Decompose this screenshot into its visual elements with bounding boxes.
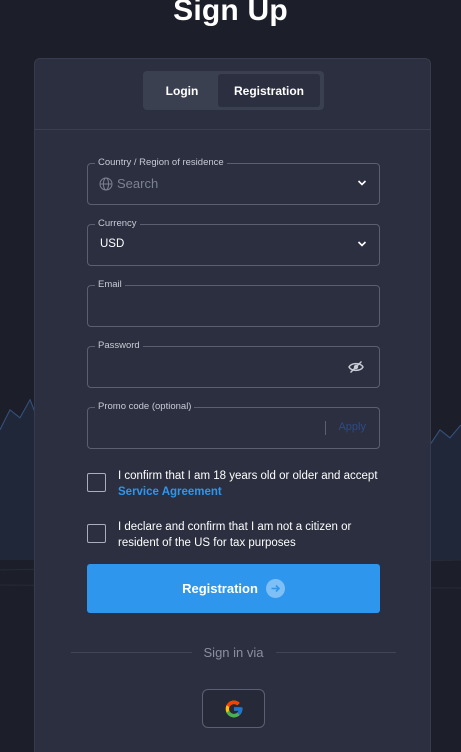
globe-icon: [99, 177, 113, 191]
age-confirm-label: I confirm that I am 18 years old or olde…: [118, 470, 378, 482]
apply-separator: [325, 421, 326, 435]
chevron-down-icon: [357, 241, 367, 247]
sign-in-via-label: Sign in via: [203, 644, 264, 660]
registration-button[interactable]: Registration: [87, 564, 380, 613]
divider-line: [275, 651, 397, 653]
age-confirm-checkbox[interactable]: [87, 473, 106, 492]
password-field[interactable]: Password: [87, 340, 380, 388]
registration-button-label: Registration: [182, 581, 258, 596]
us-tax-confirm-text: I declare and confirm that I am not a ci…: [118, 521, 352, 549]
age-confirm-text: I confirm that I am 18 years old or olde…: [118, 468, 378, 500]
currency-value: USD: [100, 238, 125, 250]
card-divider: [35, 129, 430, 130]
chevron-down-icon: [357, 180, 367, 186]
us-tax-confirm-checkbox[interactable]: [87, 524, 106, 543]
currency-select[interactable]: Currency USD: [87, 218, 380, 266]
arrow-right-icon: [265, 579, 285, 598]
email-input[interactable]: [88, 286, 379, 326]
apply-button[interactable]: Apply: [338, 421, 366, 433]
auth-tabs: Login Registration: [143, 71, 324, 110]
tab-registration[interactable]: Registration: [218, 74, 320, 107]
divider-line: [71, 651, 192, 653]
country-label: Country / Region of residence: [95, 157, 227, 169]
password-input[interactable]: [88, 347, 379, 387]
signup-card: Login Registration Country / Region of r…: [34, 58, 431, 752]
google-sign-in-button[interactable]: [202, 689, 265, 728]
country-search-placeholder: Search: [117, 176, 159, 191]
email-field[interactable]: Email: [87, 279, 380, 327]
sign-in-via-divider: Sign in via: [71, 644, 397, 660]
google-icon: [225, 700, 242, 717]
promo-code-input[interactable]: [88, 408, 379, 448]
country-select[interactable]: Country / Region of residence Search: [87, 157, 380, 205]
us-tax-confirm-row: I declare and confirm that I am not a ci…: [87, 519, 387, 555]
service-agreement-link[interactable]: Service Agreement: [118, 484, 378, 500]
page-title: Sign Up: [173, 0, 288, 27]
promo-code-field[interactable]: Promo code (optional) Apply: [87, 401, 380, 449]
tab-login[interactable]: Login: [146, 74, 218, 107]
eye-off-icon[interactable]: [348, 360, 364, 374]
currency-label: Currency: [95, 218, 140, 230]
age-confirm-row: I confirm that I am 18 years old or olde…: [87, 468, 387, 504]
